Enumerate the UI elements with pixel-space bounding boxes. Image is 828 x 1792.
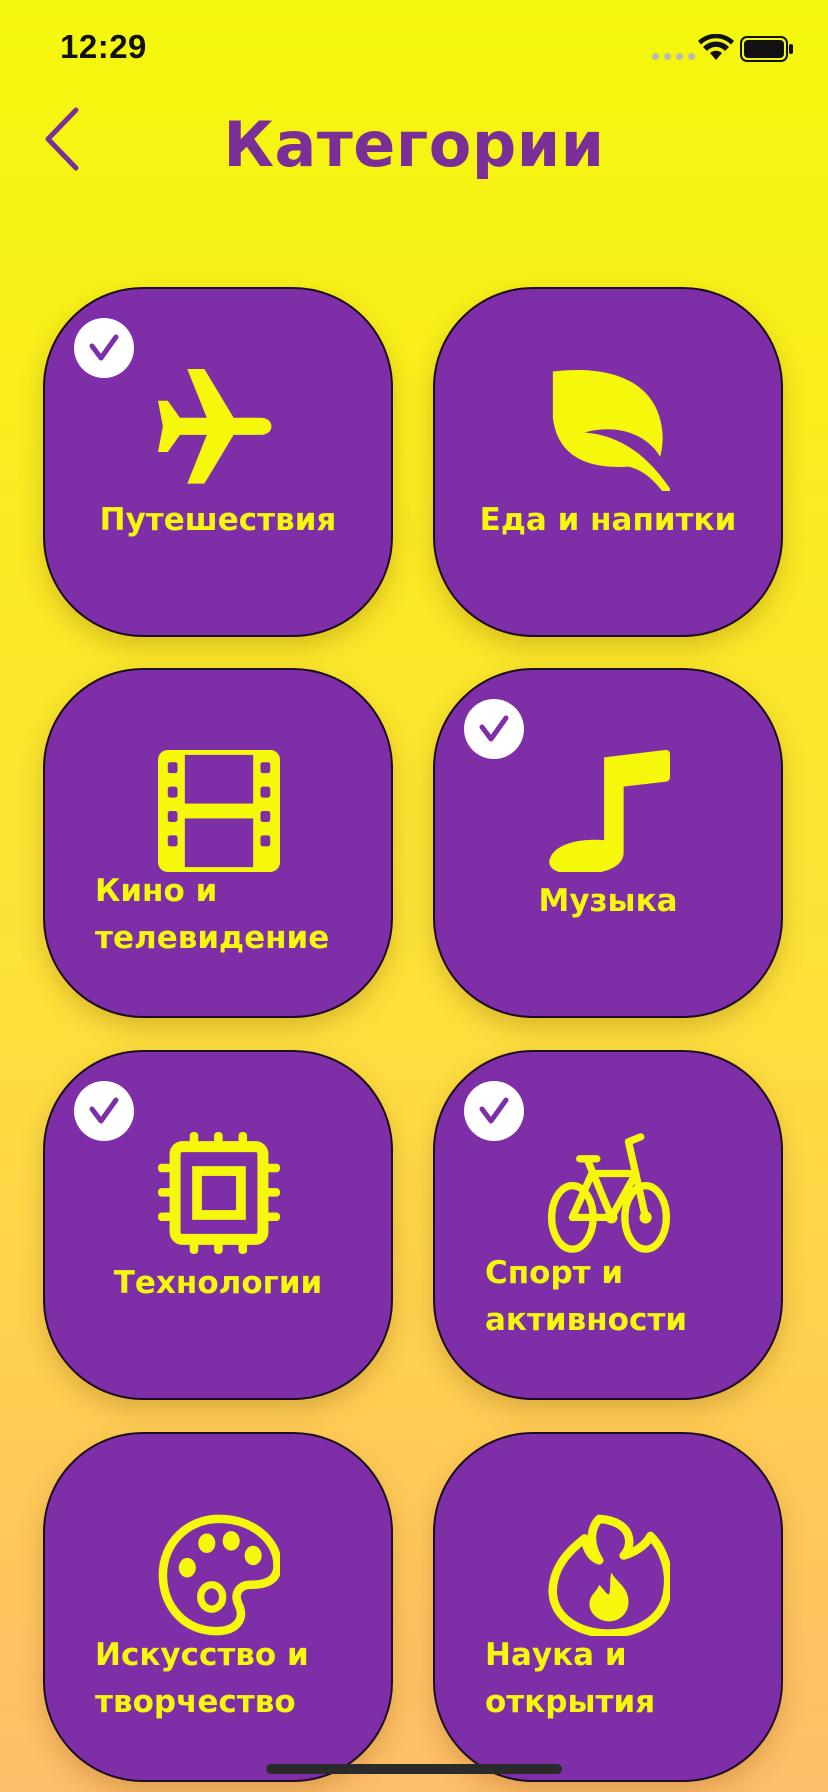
category-label: Спорт и активности	[485, 1255, 688, 1338]
category-label: Музыка	[538, 883, 678, 919]
category-card-food[interactable]: Еда и напитки	[433, 287, 783, 637]
home-indicator	[266, 1764, 562, 1774]
checkmark-icon	[479, 1097, 509, 1124]
selected-check-badge	[74, 1081, 134, 1141]
category-label: Путешествия	[99, 502, 337, 538]
category-label: Кино и телевидение	[95, 873, 330, 956]
selected-check-badge	[464, 699, 524, 759]
category-card-art[interactable]: Искусство и творчество	[43, 1432, 393, 1782]
status-bar: 12:29	[0, 0, 828, 96]
page-title: Категории	[223, 108, 605, 181]
leaf-icon	[552, 369, 670, 491]
cpu-chip-icon	[158, 1132, 280, 1254]
category-card-music[interactable]: Музыка	[433, 668, 783, 1018]
film-icon	[158, 750, 280, 872]
checkmark-icon	[479, 715, 509, 742]
selected-check-badge	[74, 318, 134, 378]
wifi-icon	[698, 34, 734, 60]
battery-icon	[740, 36, 793, 62]
airplane-icon	[158, 369, 272, 484]
category-card-film-tv[interactable]: Кино и телевидение	[43, 668, 393, 1018]
selected-check-badge	[464, 1081, 524, 1141]
music-note-icon	[549, 750, 670, 872]
checkmark-icon	[89, 1097, 119, 1124]
checkmark-icon	[89, 334, 119, 361]
palette-icon	[158, 1514, 280, 1636]
category-label: Еда и напитки	[479, 502, 737, 538]
category-label: Технологии	[113, 1265, 323, 1301]
cellular-signal-icon	[652, 53, 695, 60]
flame-icon	[548, 1514, 670, 1636]
status-time: 12:29	[60, 28, 147, 65]
category-card-sport[interactable]: Спорт и активности	[433, 1050, 783, 1400]
category-label: Наука и открытия	[485, 1637, 656, 1720]
category-card-technology[interactable]: Технологии	[43, 1050, 393, 1400]
category-card-travel[interactable]: Путешествия	[43, 287, 393, 637]
category-label: Искусство и творчество	[95, 1637, 309, 1720]
category-card-science[interactable]: Наука и открытия	[433, 1432, 783, 1782]
bicycle-icon	[548, 1133, 670, 1253]
